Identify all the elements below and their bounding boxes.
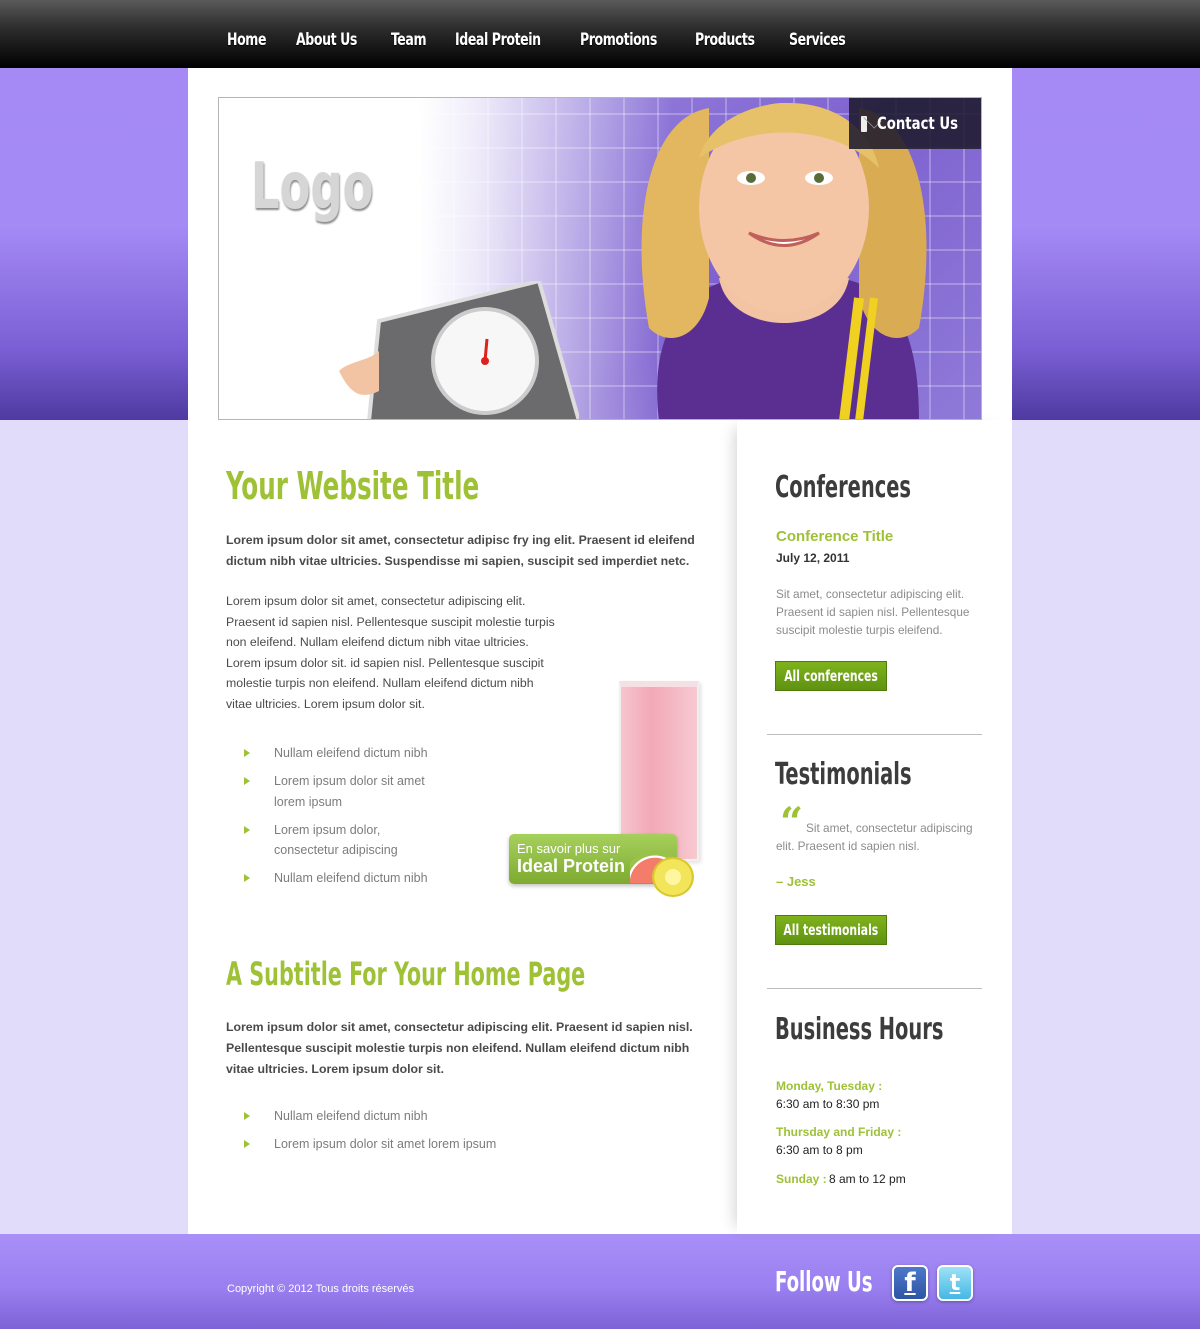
page-subtitle: A Subtitle For Your Home Page	[226, 955, 586, 993]
list-item-text: Nullam eleifend dictum nibh	[274, 871, 428, 885]
hours-label-mon-tue: Monday, Tuesday :	[776, 1079, 883, 1093]
nav-team[interactable]: Team	[391, 30, 427, 50]
nav-promotions[interactable]: Promotions	[580, 30, 657, 50]
list-item: Nullam eleifend dictum nibh	[244, 868, 444, 889]
lead-paragraph-2: Lorem ipsum dolor sit amet, consectetur …	[226, 1020, 693, 1076]
business-hours-heading: Business Hours	[775, 1012, 944, 1047]
arrow-bullet-icon	[244, 749, 250, 757]
nav-ideal-protein[interactable]: Ideal Protein	[455, 30, 541, 50]
arrow-bullet-icon	[244, 1140, 250, 1148]
nav-services[interactable]: Services	[789, 30, 846, 50]
scale-illustration	[339, 281, 579, 419]
list-item: Lorem ipsum dolor sit amet lorem ipsum	[244, 771, 444, 812]
hours-value-mon-tue: 6:30 am to 8:30 pm	[776, 1097, 880, 1111]
facebook-icon[interactable]: f	[892, 1265, 928, 1301]
arrow-bullet-icon	[244, 825, 250, 834]
list-item-text: Nullam eleifend dictum nibh	[274, 746, 428, 760]
feature-list: Nullam eleifend dictum nibh Lorem ipsum …	[244, 743, 444, 896]
lead-paragraph: Lorem ipsum dolor sit amet, consectetur …	[226, 533, 695, 568]
arrow-bullet-icon	[244, 777, 250, 785]
contact-us-label: Contact Us	[877, 113, 959, 134]
arrow-bullet-icon	[244, 874, 250, 882]
nav-products[interactable]: Products	[695, 30, 755, 50]
hours-label-sunday: Sunday :	[776, 1172, 827, 1186]
all-conferences-label: All conferences	[784, 667, 878, 685]
list-item: Lorem ipsum dolor sit amet lorem ipsum	[244, 1134, 504, 1155]
nav-home[interactable]: Home	[227, 30, 266, 50]
hours-label-thu-fri: Thursday and Friday :	[776, 1125, 902, 1139]
testimonial-author: – Jess	[776, 874, 816, 889]
list-item-text: Lorem ipsum dolor sit amet lorem ipsum	[274, 1137, 497, 1151]
list-item-text: Lorem ipsum dolor, consectetur adipiscin…	[274, 822, 398, 858]
arrow-bullet-icon	[244, 1112, 250, 1120]
conference-description: Sit amet, consectetur adipiscing elit. P…	[776, 587, 970, 637]
conference-title-link[interactable]: Conference Title	[776, 528, 893, 545]
nav-about-us[interactable]: About Us	[296, 30, 357, 50]
sidebar-divider	[767, 734, 982, 735]
list-item: Nullam eleifend dictum nibh	[244, 743, 444, 764]
twitter-icon[interactable]: t	[937, 1265, 973, 1301]
footer-band	[0, 1234, 1200, 1329]
follow-us-heading: Follow Us	[775, 1265, 873, 1298]
list-item-text: Nullam eleifend dictum nibh	[274, 1109, 428, 1123]
list-item-text: Lorem ipsum dolor sit amet lorem ipsum	[274, 774, 425, 809]
all-testimonials-label: All testimonials	[783, 921, 879, 939]
top-navbar: Home About Us Team Ideal Protein Promoti…	[0, 0, 1200, 68]
page-title: Your Website Title	[226, 464, 480, 508]
testimonial-text: Sit amet, consectetur adipiscing elit. P…	[776, 821, 973, 853]
hero-banner: Logo Contact Us	[218, 97, 982, 420]
site-logo[interactable]: Logo	[251, 150, 373, 224]
all-testimonials-button[interactable]: All testimonials	[775, 915, 887, 945]
testimonials-heading: Testimonials	[775, 757, 912, 792]
body-paragraph: Lorem ipsum dolor sit amet, consectetur …	[226, 594, 555, 711]
sidebar-divider	[767, 988, 982, 989]
feature-list-2: Nullam eleifend dictum nibh Lorem ipsum …	[244, 1106, 504, 1162]
conferences-heading: Conferences	[775, 470, 911, 505]
envelope-icon	[861, 115, 868, 132]
list-item: Nullam eleifend dictum nibh	[244, 1106, 504, 1127]
copyright-text: Copyright © 2012 Tous droits réservés	[227, 1283, 415, 1295]
contact-us-button[interactable]: Contact Us	[849, 98, 981, 149]
conference-date: July 12, 2011	[776, 551, 850, 565]
main-nav: Home About Us Team Ideal Protein Promoti…	[227, 30, 857, 50]
lemon-icon	[652, 857, 694, 897]
hours-value-thu-fri: 6:30 am to 8 pm	[776, 1143, 863, 1157]
list-item: Lorem ipsum dolor, consectetur adipiscin…	[244, 820, 444, 861]
all-conferences-button[interactable]: All conferences	[775, 661, 887, 691]
hours-value-sunday: 8 am to 12 pm	[829, 1172, 906, 1186]
